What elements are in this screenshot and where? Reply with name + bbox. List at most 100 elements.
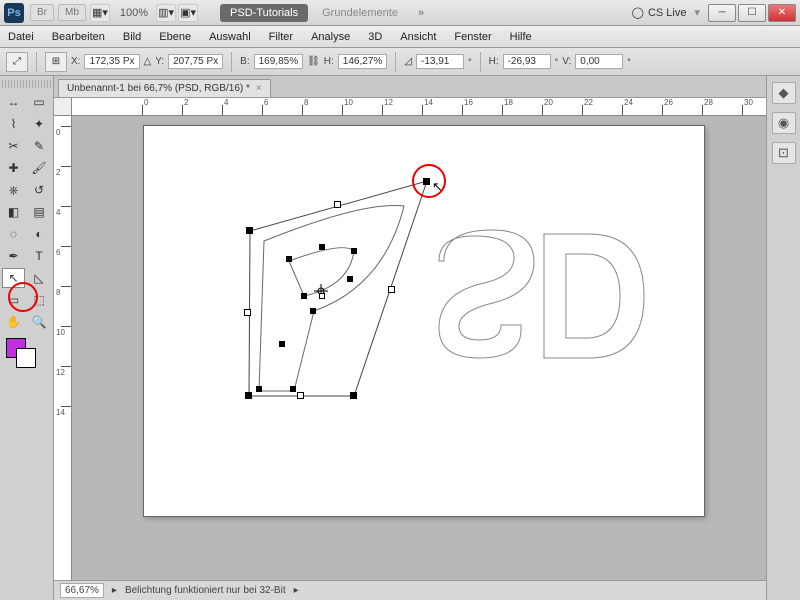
angle-value[interactable]: -13,91 [416,54,464,69]
anchor[interactable] [279,341,285,347]
anchor[interactable] [319,293,325,299]
transform-icon[interactable]: ⤢ [6,52,28,72]
hskew-label: H: [489,56,499,67]
tool-type[interactable]: T [28,246,51,266]
tool-hand[interactable]: ✋ [2,312,25,332]
color-swatches[interactable] [2,338,51,374]
canvas-area[interactable]: 024681012141618202224262830 02468101214 [54,98,766,600]
handle-right-mid[interactable] [388,286,395,293]
link-icon[interactable]: ⛓ [307,56,320,67]
x-value[interactable]: 172,35 Px [84,54,139,69]
handle-left-mid[interactable] [244,309,251,316]
refpoint-icon[interactable]: ⊞ [45,52,67,72]
tool-lasso[interactable]: ⌇ [2,114,25,134]
menu-fenster[interactable]: Fenster [454,31,491,43]
menu-bearbeiten[interactable]: Bearbeiten [52,31,105,43]
tool-eyedrop[interactable]: ✎ [28,136,51,156]
screen-icon[interactable]: ▣▾ [178,4,198,22]
nav-panel-icon[interactable]: ⊡ [772,142,796,164]
w-label: B: [240,56,249,67]
letter-d-path [544,234,644,358]
workspace-active[interactable]: PSD-Tutorials [220,4,308,22]
tab-close-icon[interactable]: × [256,83,262,94]
color-panel-icon[interactable]: ◉ [772,112,796,134]
h-value[interactable]: 146,27% [338,54,387,69]
anchor[interactable] [256,386,262,392]
handle-top-left[interactable] [246,227,253,234]
menu-ansicht[interactable]: Ansicht [400,31,436,43]
handle-top-mid[interactable] [334,201,341,208]
handle-bottom-right[interactable] [350,392,357,399]
toolbox: ↔▭⌇✦✂✎✚🖌⎈↺◧▤◌◐✒T↖◺▭⬚✋🔍 [0,76,54,600]
h-label: H: [324,56,334,67]
titlebar: Ps Br Mb ▦▾ 100% ▥▾ ▣▾ PSD-Tutorials Gru… [0,0,800,26]
background-swatch[interactable] [16,348,36,368]
tool-eraser[interactable]: ◧ [2,202,25,222]
anchor[interactable] [319,244,325,250]
close-button[interactable]: ✕ [768,4,796,22]
ruler-vertical[interactable]: 02468101214 [54,116,72,600]
ruler-corner[interactable] [54,98,72,116]
letter-s-path [439,230,534,358]
menu-analyse[interactable]: Analyse [311,31,350,43]
tool-blur[interactable]: ◌ [2,224,25,244]
menu-3d[interactable]: 3D [368,31,382,43]
document-tab[interactable]: Unbenannt-1 bei 66,7% (PSD, RGB/16) * × [58,79,271,97]
tool-grad[interactable]: ▤ [28,202,51,222]
menu-ebene[interactable]: Ebene [159,31,191,43]
tool-direct[interactable]: ◺ [28,268,51,288]
y-value[interactable]: 207,75 Px [168,54,223,69]
workspace-inactive[interactable]: Grundelemente [312,4,408,22]
layout-icon[interactable]: ▦▾ [90,4,110,22]
handle-bottom-mid[interactable] [297,392,304,399]
cslive-button[interactable]: CS Live [632,6,687,19]
tool-3d[interactable]: ⬚ [28,290,51,310]
bridge-button[interactable]: Br [30,4,54,21]
status-bar: 66,67% ▸ Belichtung funktioniert nur bei… [54,580,766,600]
grip-icon[interactable] [2,80,51,88]
anchor[interactable] [301,293,307,299]
delta-icon: △ [144,56,152,67]
w-value[interactable]: 169,85% [254,54,303,69]
anchor[interactable] [286,256,292,262]
tool-stamp[interactable]: ⎈ [2,180,25,200]
handle-top-right[interactable] [423,178,430,185]
anchor[interactable] [310,308,316,314]
tool-wand[interactable]: ✦ [28,114,51,134]
tool-path-sel[interactable]: ↖ [2,268,25,288]
zoom-percent[interactable]: 100% [120,7,148,19]
maximize-button[interactable]: ☐ [738,4,766,22]
menu-filter[interactable]: Filter [269,31,293,43]
tool-shape[interactable]: ▭ [2,290,25,310]
anchor[interactable] [290,386,296,392]
menu-auswahl[interactable]: Auswahl [209,31,251,43]
chevron-right-icon[interactable]: » [418,7,424,19]
minimize-button[interactable]: ─ [708,4,736,22]
tool-heal[interactable]: ✚ [2,158,25,178]
vskew-value[interactable]: 0,00 [575,54,623,69]
cursor-icon: ↖ [432,179,443,195]
tool-crop[interactable]: ✂ [2,136,25,156]
tool-zoom[interactable]: 🔍 [28,312,51,332]
anchor[interactable] [351,248,357,254]
tool-pen[interactable]: ✒ [2,246,25,266]
menu-datei[interactable]: Datei [8,31,34,43]
menu-bild[interactable]: Bild [123,31,141,43]
canvas[interactable]: ↖ [144,126,704,516]
ruler-horizontal[interactable]: 024681012141618202224262830 [72,98,766,116]
zoom-field[interactable]: 66,67% [60,583,104,598]
anchor[interactable] [347,276,353,282]
tool-brush[interactable]: 🖌 [28,158,51,178]
tool-marquee[interactable]: ▭ [28,92,51,112]
hskew-value[interactable]: -26,93 [503,54,551,69]
tool-dodge[interactable]: ◐ [28,224,51,244]
arrange-icon[interactable]: ▥▾ [156,4,176,22]
menu-hilfe[interactable]: Hilfe [510,31,532,43]
angle-icon: ◿ [404,56,412,67]
layers-panel-icon[interactable]: ◆ [772,82,796,104]
handle-bottom-left[interactable] [245,392,252,399]
minibridge-button[interactable]: Mb [58,4,86,21]
tab-strip: Unbenannt-1 bei 66,7% (PSD, RGB/16) * × [54,76,766,98]
tool-history[interactable]: ↺ [28,180,51,200]
tool-move[interactable]: ↔ [2,92,25,112]
